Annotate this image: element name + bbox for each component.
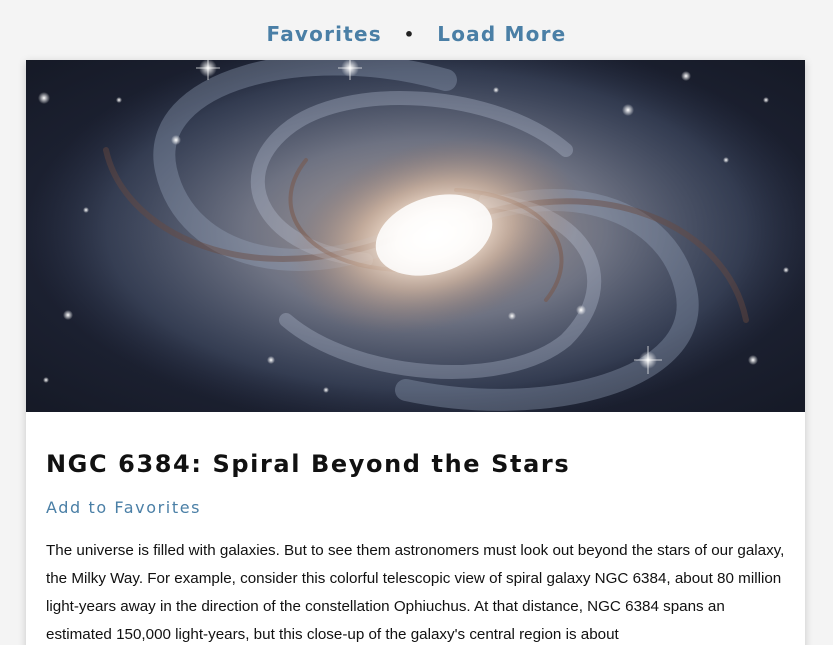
favorites-link[interactable]: Favorites: [267, 22, 382, 46]
nav-separator: •: [403, 24, 416, 44]
post-card: NGC 6384: Spiral Beyond the Stars Add to…: [26, 60, 805, 645]
post-description: The universe is filled with galaxies. Bu…: [46, 542, 785, 643]
galaxy-image: [26, 60, 805, 412]
post-title: NGC 6384: Spiral Beyond the Stars: [46, 450, 571, 478]
top-nav: Favorites • Load More: [0, 17, 833, 51]
add-to-favorites-button[interactable]: Add to Favorites: [46, 498, 201, 517]
load-more-link[interactable]: Load More: [437, 22, 566, 46]
